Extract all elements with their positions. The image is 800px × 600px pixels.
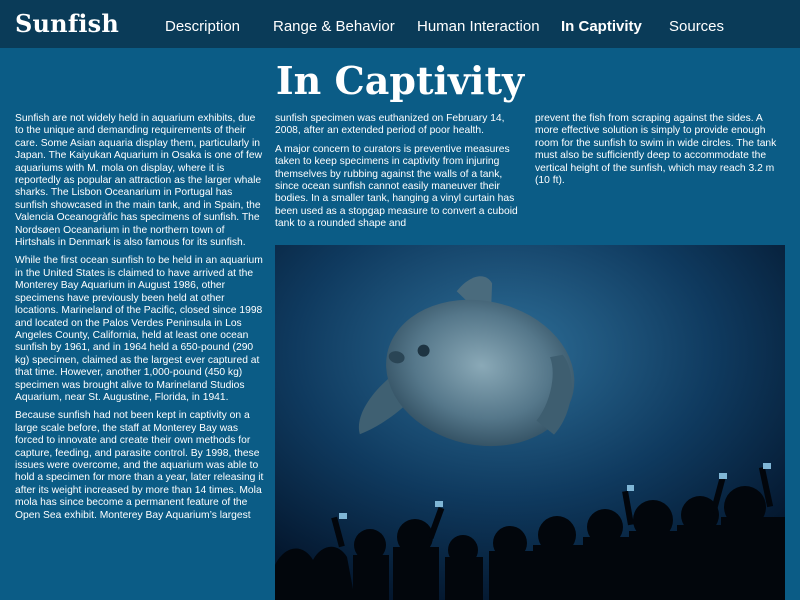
nav-item-range-behavior[interactable]: Range & Behavior xyxy=(273,18,395,35)
sunfish-photo xyxy=(275,245,785,600)
article-column-1: Sunfish are not widely held in aquarium … xyxy=(15,113,265,600)
top-navigation-bar: Sunfish Description Range & Behavior Hum… xyxy=(0,0,800,48)
article-column-2: sunfish specimen was euthanized on Febru… xyxy=(275,113,527,238)
nav-item-sources[interactable]: Sources xyxy=(669,18,724,35)
sunfish-aquarium-image xyxy=(275,245,785,600)
nav-item-description[interactable]: Description xyxy=(165,18,240,35)
page-title: In Captivity xyxy=(275,58,525,103)
article-column-3: prevent the fish from scraping against t… xyxy=(535,113,785,203)
paragraph: Sunfish are not widely held in aquarium … xyxy=(15,113,263,249)
site-logo[interactable]: Sunfish xyxy=(15,9,119,38)
nav-item-human-interaction[interactable]: Human Interaction xyxy=(417,18,540,35)
nav-item-in-captivity[interactable]: In Captivity xyxy=(561,18,642,35)
paragraph: prevent the fish from scraping against t… xyxy=(535,113,777,187)
paragraph: Because sunfish had not been kept in cap… xyxy=(15,410,264,521)
paragraph: A major concern to curators is preventiv… xyxy=(275,143,518,230)
paragraph: sunfish specimen was euthanized on Febru… xyxy=(275,113,505,137)
paragraph: While the first ocean sunfish to be held… xyxy=(15,255,263,403)
